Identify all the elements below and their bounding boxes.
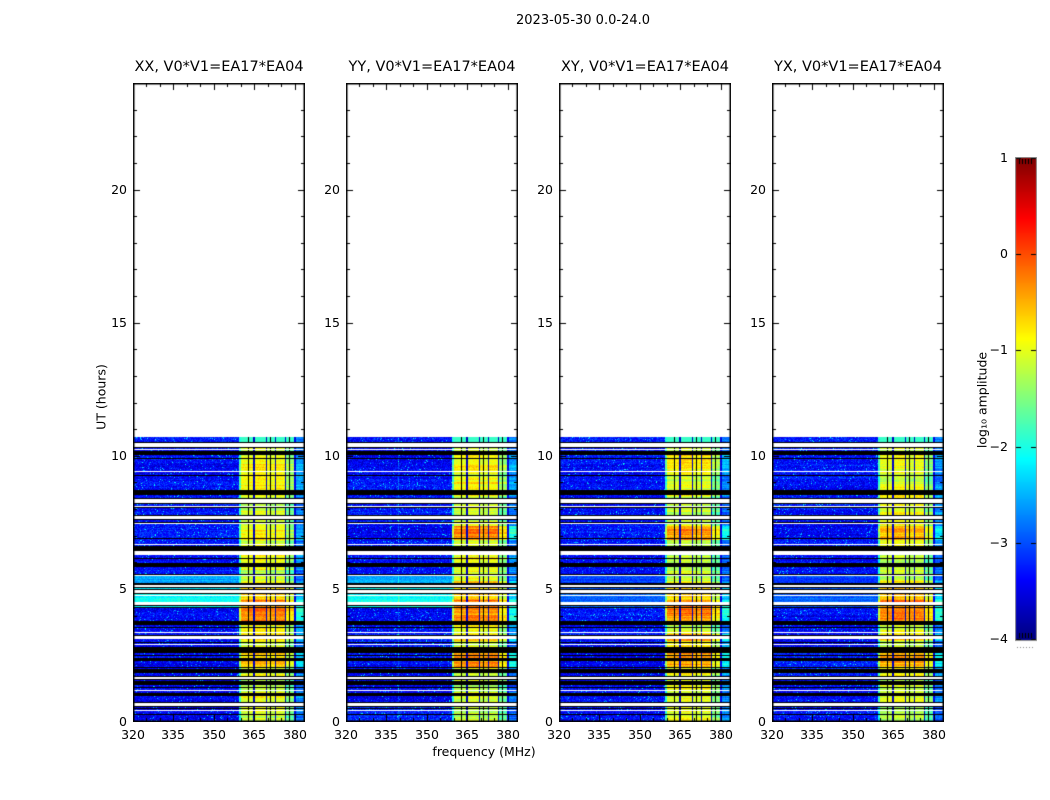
panel-title-xy: XY, V0*V1=EA17*EA04 [561,59,729,75]
y-tick-label: 15 [304,315,340,330]
y-tick-label: 15 [730,315,766,330]
spectrogram-canvas-yx [772,83,944,722]
colorbar-tick-label: −3 [972,535,1008,550]
y-tick-label: 20 [304,182,340,197]
y-tick-label: 20 [91,182,127,197]
x-tick-label: 335 [161,727,185,742]
y-tick-label: 10 [517,448,553,463]
y-tick-label: 5 [730,581,766,596]
y-tick-label: 5 [517,581,553,596]
colorbar-label: log₁₀ amplitude [975,352,990,448]
spectrogram-canvas-yy [346,83,518,722]
spectrogram-panel-xy: XY, V0*V1=EA17*EA04 [559,83,731,722]
colorbar-tick-label: 1 [972,150,1008,165]
y-tick-label: 5 [91,581,127,596]
x-tick-label: 320 [121,727,145,742]
y-tick-label: 10 [91,448,127,463]
x-tick-label: 365 [242,727,266,742]
panel-title-xx: XX, V0*V1=EA17*EA04 [134,59,303,75]
x-tick-label: 350 [841,727,865,742]
x-tick-label: 335 [374,727,398,742]
y-tick-label: 0 [304,714,340,729]
x-tick-label: 335 [587,727,611,742]
spectrogram-panel-yx: YX, V0*V1=EA17*EA04 [772,83,944,722]
x-tick-label: 380 [922,727,946,742]
colorbar-tick-label: −1 [972,342,1008,357]
x-tick-label: 365 [881,727,905,742]
x-tick-label: 380 [496,727,520,742]
colorbar [1015,157,1037,653]
x-tick-label: 350 [628,727,652,742]
y-tick-label: 20 [730,182,766,197]
spectrogram-canvas-xy [559,83,731,722]
x-axis-label: frequency (MHz) [432,744,535,759]
y-tick-label: 20 [517,182,553,197]
y-axis-label: UT (hours) [94,364,109,430]
x-tick-label: 320 [334,727,358,742]
figure-title: 2023-05-30 0.0-24.0 [516,13,650,28]
panel-title-yx: YX, V0*V1=EA17*EA04 [774,59,942,75]
x-tick-label: 320 [547,727,571,742]
x-tick-label: 365 [668,727,692,742]
figure: 2023-05-30 0.0-24.0 XX, V0*V1=EA17*EA04 … [0,0,1050,800]
colorbar-tick-label: 0 [972,246,1008,261]
x-tick-label: 365 [455,727,479,742]
y-tick-label: 10 [304,448,340,463]
y-tick-label: 10 [730,448,766,463]
y-tick-label: 0 [91,714,127,729]
y-tick-label: 0 [517,714,553,729]
x-tick-label: 350 [202,727,226,742]
y-tick-label: 15 [91,315,127,330]
x-tick-label: 335 [800,727,824,742]
spectrogram-panel-xx: XX, V0*V1=EA17*EA04 [133,83,305,722]
x-tick-label: 350 [415,727,439,742]
panel-title-yy: YY, V0*V1=EA17*EA04 [349,59,516,75]
colorbar-tick-label: −4 [972,631,1008,646]
spectrogram-panel-yy: YY, V0*V1=EA17*EA04 [346,83,518,722]
y-tick-label: 5 [304,581,340,596]
x-tick-label: 380 [709,727,733,742]
y-tick-label: 0 [730,714,766,729]
x-tick-label: 320 [760,727,784,742]
x-tick-label: 380 [283,727,307,742]
y-tick-label: 15 [517,315,553,330]
spectrogram-canvas-xx [133,83,305,722]
colorbar-tick-label: −2 [972,439,1008,454]
